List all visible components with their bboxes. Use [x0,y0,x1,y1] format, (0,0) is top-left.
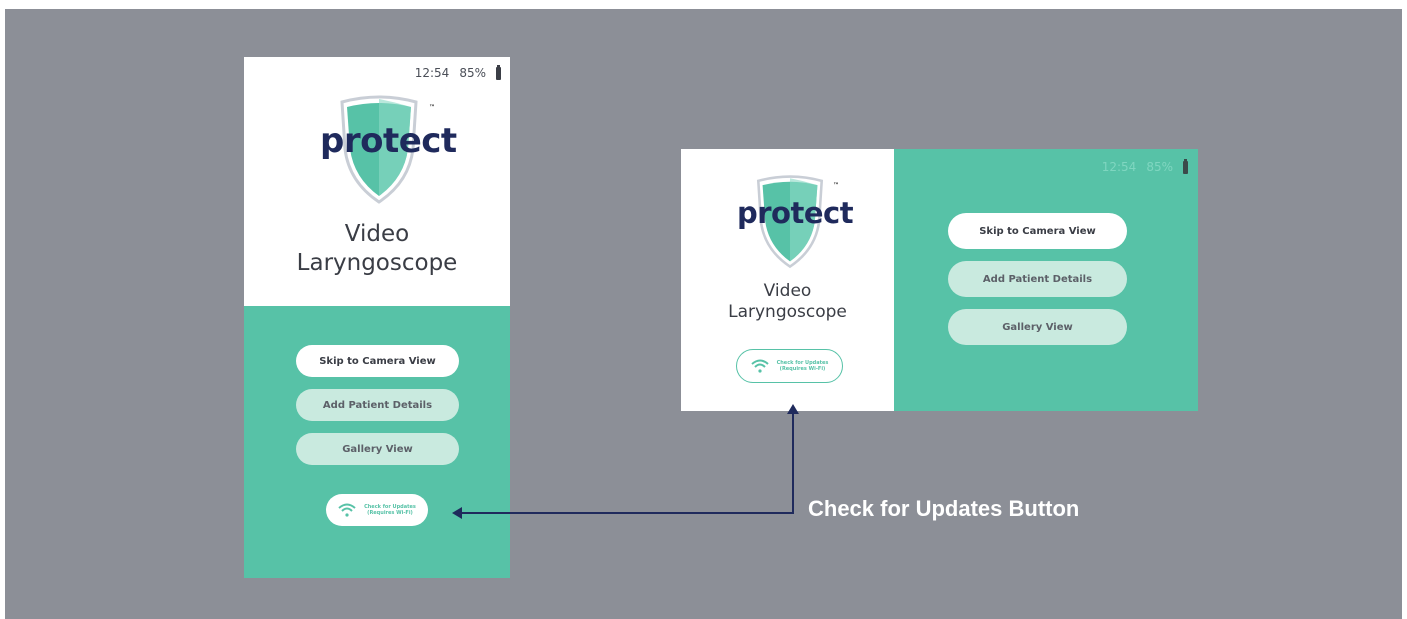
arrowhead-up-icon [787,404,799,414]
arrowhead-left-icon [452,507,462,519]
annotation-label: Check for Updates Button [808,496,1080,521]
connector-line [462,412,794,514]
annotation-arrows [452,404,799,519]
